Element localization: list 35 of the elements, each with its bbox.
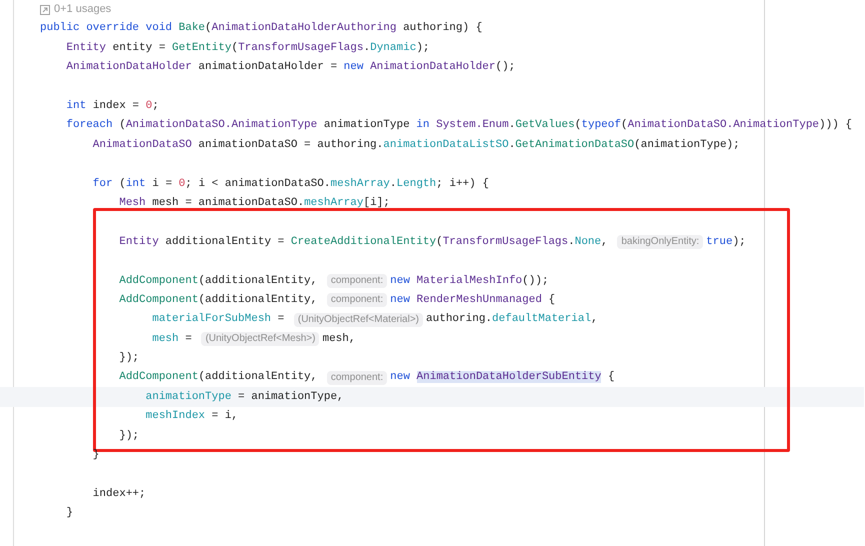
code-text: Entity additionalEntity = CreateAdditionalEntity(TransformUsageFlags.None, <box>118 234 609 250</box>
code-text: public override void Bake(AnimationDataHolderAuthoring authoring) { <box>40 21 482 36</box>
link-icon <box>40 4 50 14</box>
usages-label[interactable]: 0+1 usages <box>54 1 112 18</box>
inlay-hint: component: <box>326 274 388 288</box>
code-text: meshIndex = i, <box>144 409 238 424</box>
inlay-hint: (UnityObjectRef<Mesh>) <box>201 332 320 346</box>
code-text: Mesh mesh = animationDataSO.meshArray[i]; <box>118 196 390 211</box>
code-text: true); <box>706 234 746 250</box>
code-text: } <box>65 506 74 522</box>
inlay-hint: (UnityObjectRef<Material>) <box>294 312 424 327</box>
code-text: int index = 0; <box>65 99 159 114</box>
code-text: } <box>92 448 100 464</box>
code-text: mesh = <box>151 332 193 347</box>
code-text: AddComponent(additionalEntity, <box>118 274 318 289</box>
code-text: AnimationDataSO animationDataSO = authoring.animationDataListSO.GetAnimationDataSO(animationType); <box>92 138 740 153</box>
code-text: new AnimationDataHolderSubEntity { <box>390 370 615 386</box>
code-text: new MaterialMeshInfo()); <box>390 274 549 289</box>
code-text: animationType = animationType, <box>144 390 344 405</box>
code-text: AnimationDataHolder animationDataHolder = new AnimationDataHolder(); <box>65 60 516 76</box>
code-text: index++; <box>92 486 146 502</box>
code-text: }); <box>118 351 140 366</box>
code-text: authoring.defaultMaterial, <box>426 312 598 328</box>
inlay-hint: component: <box>326 293 388 308</box>
inlay-hint: component: <box>326 370 388 385</box>
code-text: new RenderMeshUnmanaged { <box>390 292 556 308</box>
code-text: mesh, <box>322 332 356 347</box>
code-text: for (int i = 0; i < animationDataSO.meshArray.Length; i++) { <box>92 176 489 192</box>
code-text: materialForSubMesh = <box>151 312 286 328</box>
code-text: foreach (AnimationDataSO.AnimationType animationType in System.Enum.GetValues(typeof(AnimationDataSO.AnimationType))) { <box>65 118 852 134</box>
code-text: }); <box>118 428 140 444</box>
code-text: AddComponent(additionalEntity, <box>118 370 318 386</box>
code-text: AddComponent(additionalEntity, <box>118 292 318 308</box>
code-text: Entity entity = GetEntity(TransformUsageFlags.Dynamic); <box>65 40 430 56</box>
inlay-hint: bakingOnlyEntity: <box>617 234 704 249</box>
